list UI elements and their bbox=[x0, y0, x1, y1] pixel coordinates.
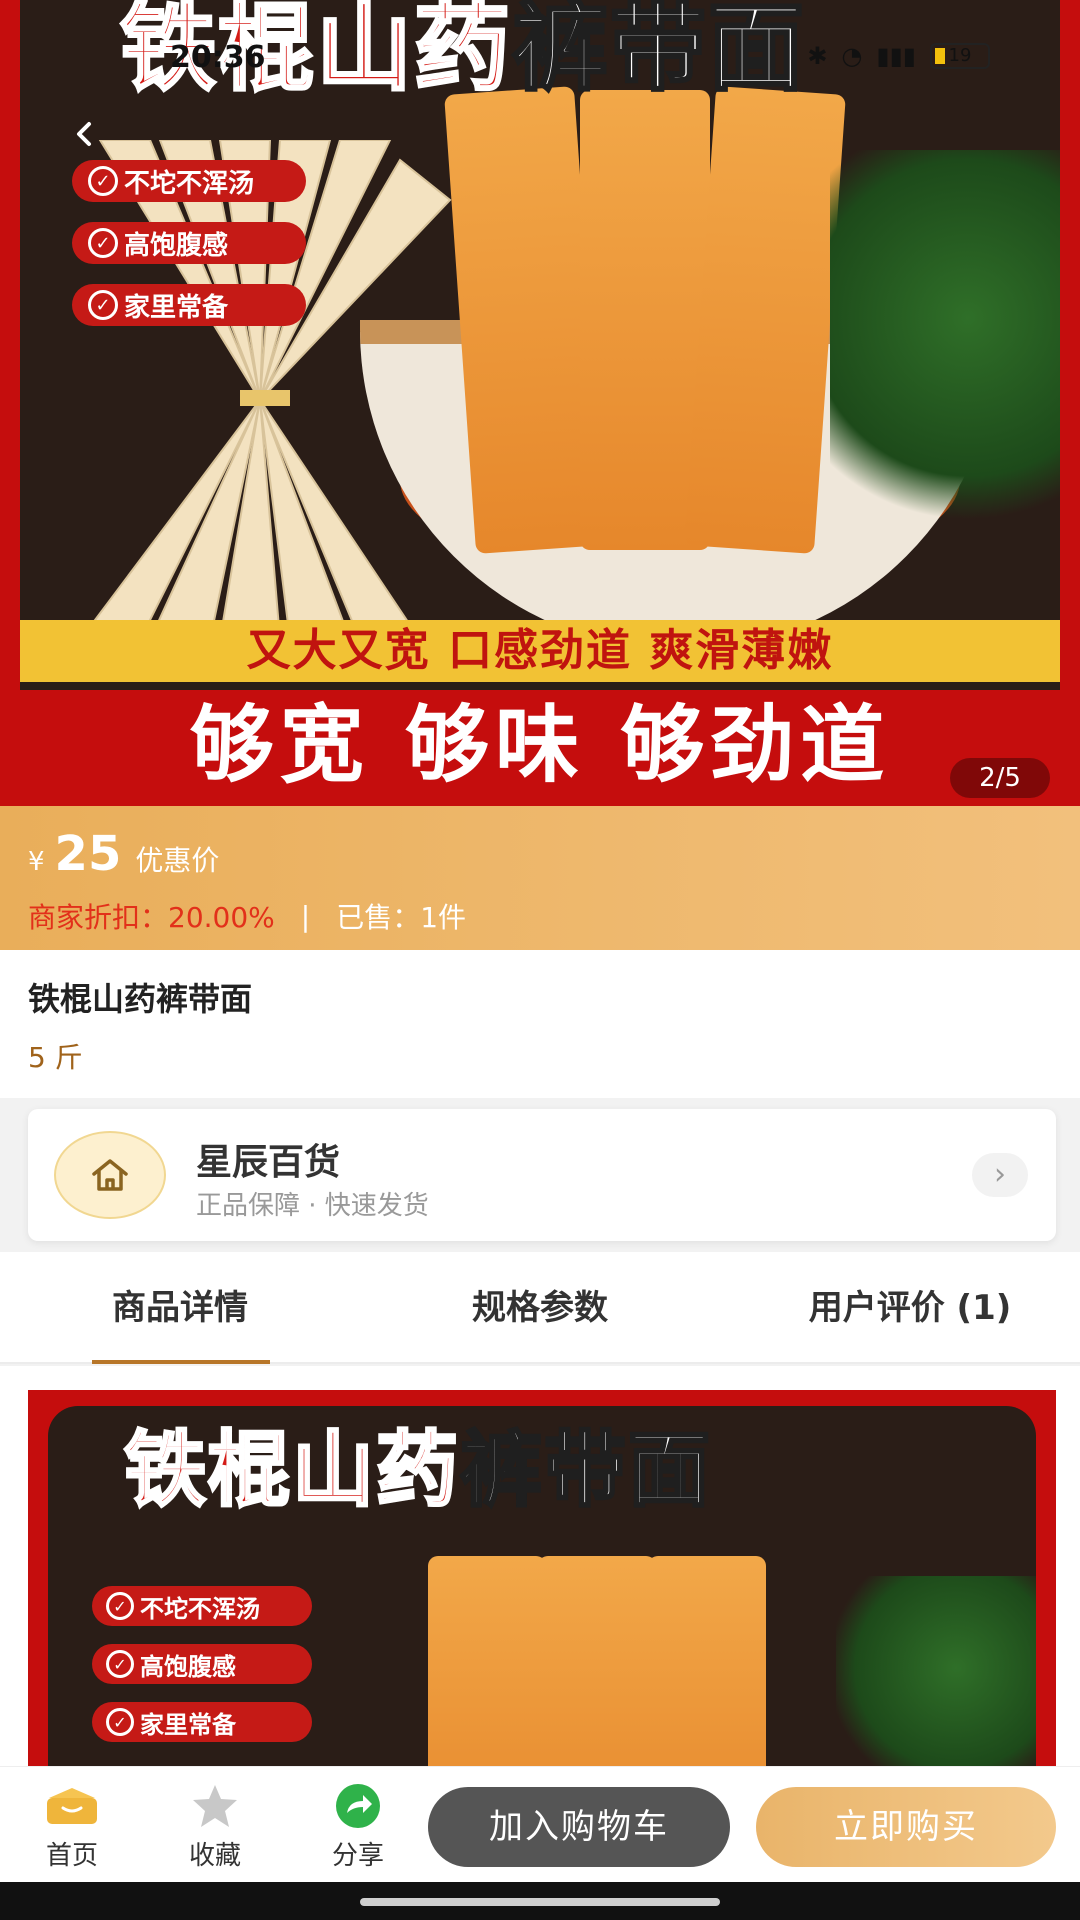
check-icon: ✓ bbox=[106, 1592, 134, 1620]
product-spec: 5 斤 bbox=[28, 1041, 83, 1074]
detail-title-red: 铁棍山药 bbox=[122, 1423, 461, 1518]
product-info: 铁棍山药裤带面 5 斤 bbox=[0, 950, 1080, 1098]
price-line: ¥ 25 优惠价 bbox=[28, 826, 219, 882]
nav-share[interactable]: 分享 bbox=[308, 1781, 408, 1871]
product-name: 铁棍山药裤带面 bbox=[28, 980, 253, 1018]
store-name: 星辰百货 bbox=[196, 1142, 341, 1183]
product-image-carousel[interactable]: ✓ 不坨不浑汤 ✓ 高饱腹感 ✓ 家里常备 铁棍山药裤带面 又大又宽 口感劲道 爽滑薄… bbox=[0, 0, 1080, 806]
detail-tabs: 商品详情 规格参数 用户评价 (1) bbox=[0, 1252, 1080, 1364]
check-icon: ✓ bbox=[106, 1650, 134, 1678]
currency-symbol: ¥ bbox=[28, 847, 45, 877]
herb-greens bbox=[836, 1576, 1036, 1790]
status-bar: 20:36 ✱ ◔ ▮▮▮ 19 bbox=[0, 30, 1080, 86]
product-detail-section: ✓ 不坨不浑汤 ✓ 高饱腹感 ✓ 家里常备 铁棍山药裤带面 bbox=[0, 1366, 1080, 1790]
share-icon bbox=[336, 1784, 380, 1828]
status-indicators: ✱ ◔ ▮▮▮ 19 bbox=[807, 42, 990, 70]
tab-user-reviews[interactable]: 用户评价 (1) bbox=[780, 1252, 1040, 1364]
signal-icon: ▮▮▮ bbox=[876, 42, 916, 70]
add-to-cart-button[interactable]: 加入购物车 bbox=[428, 1787, 730, 1867]
nav-share-label: 分享 bbox=[331, 1841, 384, 1871]
detail-title-dark: 裤带面 bbox=[459, 1423, 713, 1518]
back-button[interactable] bbox=[60, 110, 110, 160]
chevron-left-icon bbox=[77, 122, 91, 146]
system-gesture-area bbox=[0, 1882, 1080, 1920]
feature-badge: ✓ 不坨不浑汤 bbox=[72, 160, 306, 202]
herb-greens bbox=[830, 150, 1060, 570]
check-icon: ✓ bbox=[88, 166, 118, 196]
check-icon: ✓ bbox=[88, 228, 118, 258]
store-logo bbox=[54, 1131, 166, 1219]
nav-favorite-label: 收藏 bbox=[188, 1841, 241, 1871]
check-icon: ✓ bbox=[88, 290, 118, 320]
sold-count: 已售：1件 bbox=[336, 901, 467, 934]
active-tab-indicator bbox=[92, 1360, 270, 1364]
home-icon bbox=[47, 1788, 97, 1824]
home-indicator[interactable] bbox=[360, 1898, 720, 1906]
discount-line: 商家折扣：20.00% | 已售：1件 bbox=[28, 896, 466, 936]
hero-photo: ✓ 不坨不浑汤 ✓ 高饱腹感 ✓ 家里常备 bbox=[20, 0, 1060, 806]
hero-slogan: 又大又宽 口感劲道 爽滑薄嫩 bbox=[20, 620, 1060, 682]
image-counter: 2/5 bbox=[950, 758, 1050, 798]
detail-feature-badges: ✓ 不坨不浑汤 ✓ 高饱腹感 ✓ 家里常备 bbox=[92, 1586, 312, 1760]
feature-badge: ✓ 高饱腹感 bbox=[72, 222, 306, 264]
detail-title: 铁棍山药裤带面 bbox=[122, 1423, 713, 1518]
price-bar: ¥ 25 优惠价 商家折扣：20.00% | 已售：1件 bbox=[0, 806, 1080, 950]
battery-level: 19 bbox=[948, 45, 972, 66]
feature-badge: ✓ 家里常备 bbox=[72, 284, 306, 326]
feature-badge: ✓ 家里常备 bbox=[92, 1702, 312, 1742]
star-icon bbox=[193, 1785, 237, 1827]
feature-badge: ✓ 不坨不浑汤 bbox=[92, 1586, 312, 1626]
nav-favorite[interactable]: 收藏 bbox=[165, 1781, 265, 1871]
noodle-strip bbox=[538, 1556, 656, 1790]
detail-image: ✓ 不坨不浑汤 ✓ 高饱腹感 ✓ 家里常备 铁棍山药裤带面 bbox=[28, 1390, 1056, 1790]
tab-product-details[interactable]: 商品详情 bbox=[90, 1252, 270, 1364]
tab-specifications[interactable]: 规格参数 bbox=[440, 1252, 640, 1364]
price-value: 25 bbox=[54, 826, 122, 882]
status-time: 20:36 bbox=[170, 40, 266, 75]
hero-big-slogan: 够宽 够味 够劲道 bbox=[0, 690, 1080, 806]
home-store-icon bbox=[92, 1159, 128, 1191]
check-icon: ✓ bbox=[106, 1708, 134, 1736]
merchant-discount: 商家折扣：20.00% bbox=[28, 901, 275, 934]
buy-now-button[interactable]: 立即购买 bbox=[756, 1787, 1056, 1867]
price-label: 优惠价 bbox=[135, 844, 220, 877]
nav-home[interactable]: 首页 bbox=[22, 1781, 122, 1871]
nav-home-label: 首页 bbox=[45, 1841, 98, 1871]
battery-icon: 19 bbox=[930, 43, 990, 69]
noodle-strip bbox=[648, 1556, 766, 1790]
noodle-strip bbox=[428, 1556, 546, 1790]
bottom-action-bar: 首页 收藏 分享 加入购物车 立即购买 bbox=[0, 1766, 1080, 1882]
separator: | bbox=[300, 899, 311, 933]
chevron-right-icon[interactable]: › bbox=[972, 1153, 1028, 1197]
wifi-icon: ◔ bbox=[841, 42, 863, 70]
hero-feature-badges: ✓ 不坨不浑汤 ✓ 高饱腹感 ✓ 家里常备 bbox=[72, 160, 306, 346]
feature-badge: ✓ 高饱腹感 bbox=[92, 1644, 312, 1684]
bluetooth-icon: ✱ bbox=[807, 42, 828, 70]
store-subtitle: 正品保障 · 快速发货 bbox=[196, 1191, 429, 1221]
store-card[interactable]: 星辰百货 正品保障 · 快速发货 › bbox=[28, 1109, 1056, 1241]
